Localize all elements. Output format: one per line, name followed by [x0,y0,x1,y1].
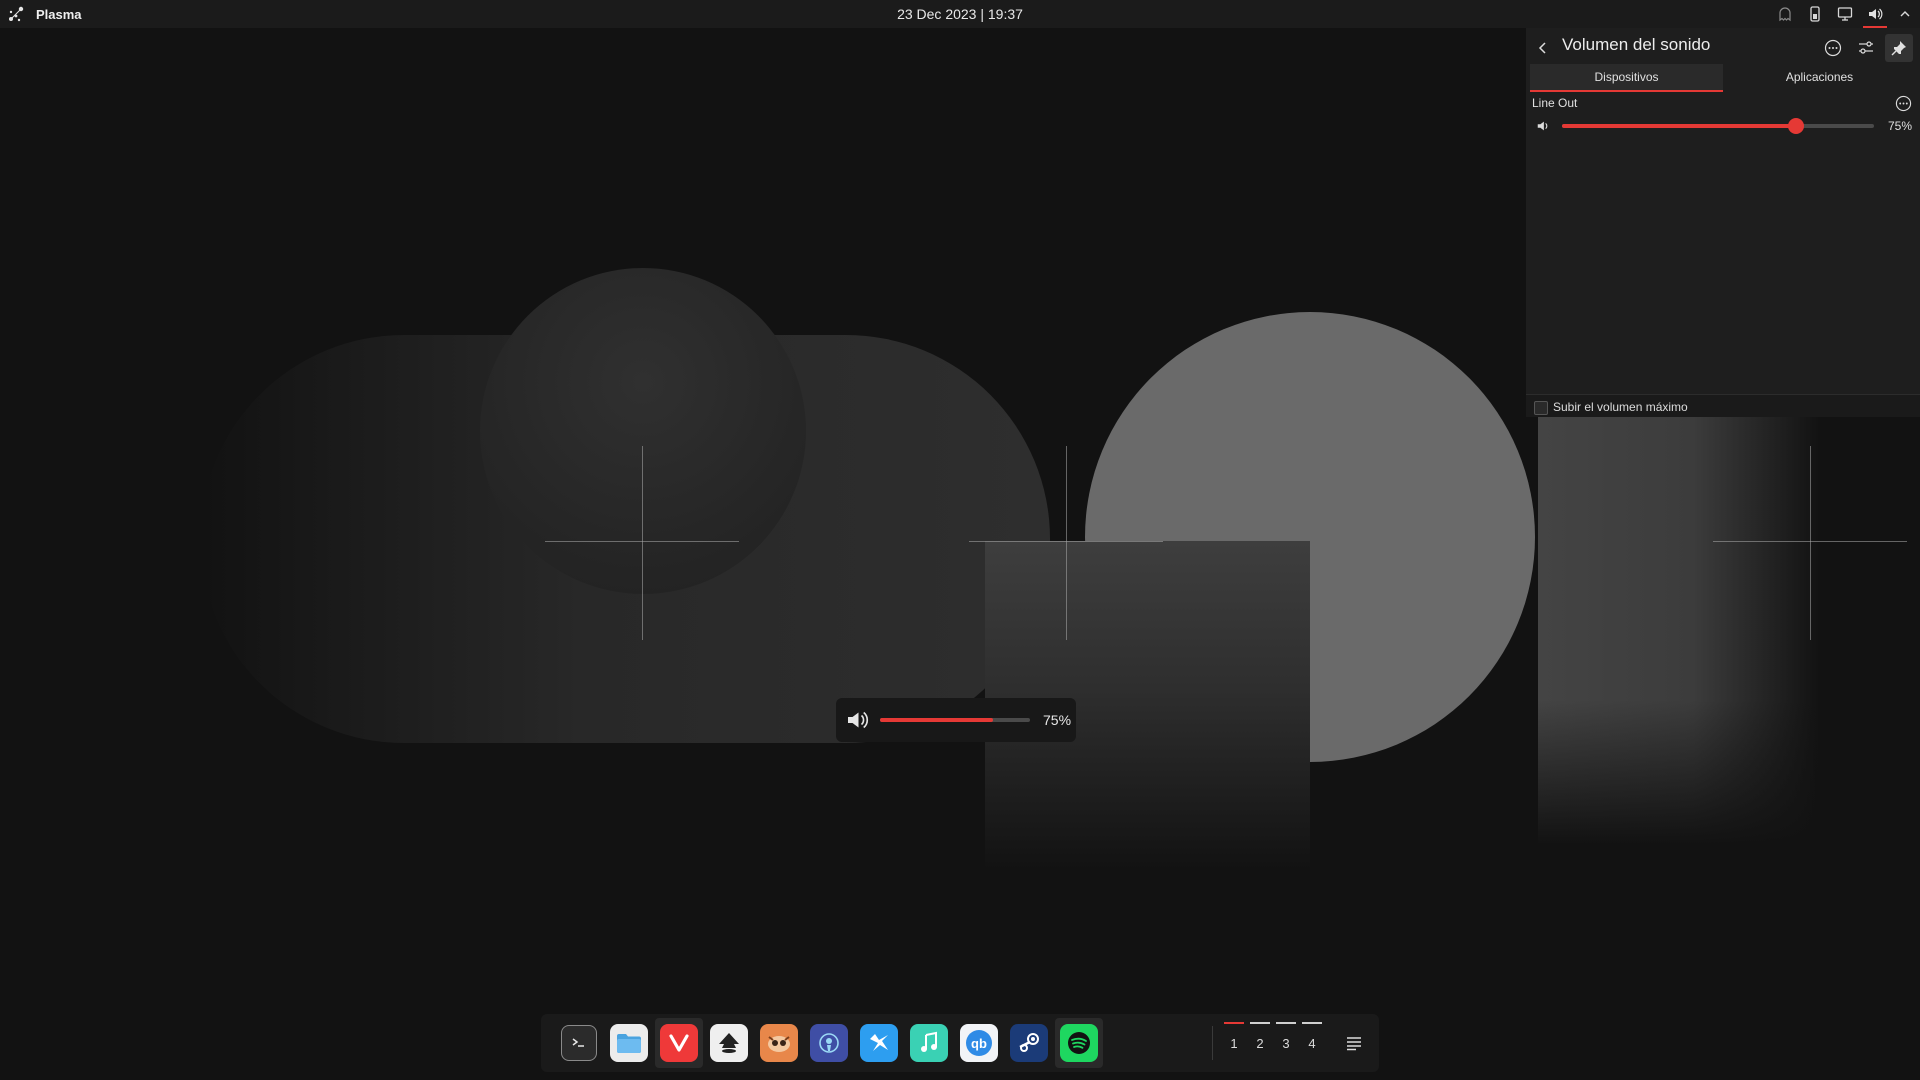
audio-volume-popup: Volumen del sonido Dispositivos Aplicaci… [1526,28,1920,417]
dock-app-music[interactable] [905,1018,953,1068]
pin-button[interactable] [1885,34,1913,62]
terminal-icon [561,1025,597,1061]
osd-volume-value: 75% [1043,712,1072,728]
osd-volume-fill [880,718,993,722]
desktop-4[interactable]: 4 [1299,1018,1325,1068]
device-volume-value: 75% [1887,119,1912,133]
qbittorrent-icon: qb [960,1024,998,1062]
popup-title: Volumen del sonido [1562,35,1711,54]
popup-header: Volumen del sonido [1526,28,1920,68]
dock-menu-button[interactable] [1337,1026,1371,1060]
dock-app-podcast[interactable] [805,1018,853,1068]
desktop-3[interactable]: 3 [1273,1018,1299,1068]
dock-separator [1212,1026,1213,1060]
fox-icon [760,1024,798,1062]
device-volume-handle[interactable] [1788,118,1804,134]
dock-app-inkscape[interactable] [705,1018,753,1068]
wallpaper-crosshair [642,446,643,640]
more-options-button[interactable] [1819,34,1847,62]
dock: qb 1 2 3 4 [541,1014,1379,1072]
device-options-button[interactable] [1892,92,1914,114]
popup-footer: Subir el volumen máximo [1526,394,1920,417]
speaker-icon [844,707,870,733]
inkscape-icon [710,1024,748,1062]
device-name: Line Out [1532,96,1578,110]
sliders-icon [1859,41,1873,54]
spotify-icon [1060,1024,1098,1062]
tab-devices[interactable]: Dispositivos [1530,64,1723,92]
system-tray [1770,0,1920,28]
battery-phone-icon[interactable] [1800,0,1830,28]
wallpaper-right-rect-fade [1538,700,1820,845]
speaker-icon [1537,121,1548,131]
virtual-desktop-pager: 1 2 3 4 [1221,1018,1325,1068]
svg-text:qb: qb [971,1036,987,1051]
wallpaper-crosshair [1066,446,1067,640]
tab-bar: Dispositivos Aplicaciones [1530,64,1916,92]
dock-app-qbittorrent[interactable]: qb [955,1018,1003,1068]
clock[interactable]: 23 Dec 2023 | 19:37 [0,6,1920,22]
dock-app-files[interactable] [605,1018,653,1068]
podcast-icon [810,1024,848,1062]
wallpaper-crosshair [1713,541,1907,542]
dock-app-vivaldi[interactable] [655,1018,703,1068]
raise-max-volume-checkbox[interactable] [1534,401,1548,415]
back-button[interactable] [1532,37,1554,59]
raise-max-volume-label[interactable]: Subir el volumen máximo [1553,400,1688,414]
device-volume-fill [1562,124,1796,128]
chevron-left-icon [1538,42,1546,54]
chevron-up-icon[interactable] [1890,0,1920,28]
steam-icon [1010,1024,1048,1062]
display-icon[interactable] [1830,0,1860,28]
more-dots-icon [1895,95,1911,111]
wallpaper-dark-circle [480,268,806,594]
tab-applications[interactable]: Aplicaciones [1723,64,1916,92]
wallpaper-crosshair [969,541,1163,542]
folder-icon [610,1024,648,1062]
pin-icon [1891,41,1906,56]
device-volume-slider[interactable] [1562,118,1874,134]
dock-app-steam[interactable] [1005,1018,1053,1068]
dock-app-spotify[interactable] [1055,1018,1103,1068]
vivaldi-icon [660,1024,698,1062]
osd-volume-bar [880,718,1030,722]
bird-icon [860,1024,898,1062]
dock-app-bird[interactable] [855,1018,903,1068]
desktop-2[interactable]: 2 [1247,1018,1273,1068]
menu-lines-icon [1347,1037,1361,1051]
music-icon [910,1024,948,1062]
desktop-1[interactable]: 1 [1221,1018,1247,1068]
wallpaper-crosshair [545,541,739,542]
wallpaper-crosshair [1810,446,1811,640]
dock-app-bottles[interactable] [755,1018,803,1068]
mute-button[interactable] [1534,117,1552,135]
volume-icon[interactable] [1860,0,1890,28]
ghost-icon[interactable] [1770,0,1800,28]
configure-button[interactable] [1852,34,1880,62]
volume-osd: 75% [836,698,1076,742]
top-panel: Plasma 23 Dec 2023 | 19:37 [0,0,1920,28]
dock-app-terminal[interactable] [555,1018,603,1068]
more-dots-icon [1824,39,1842,57]
